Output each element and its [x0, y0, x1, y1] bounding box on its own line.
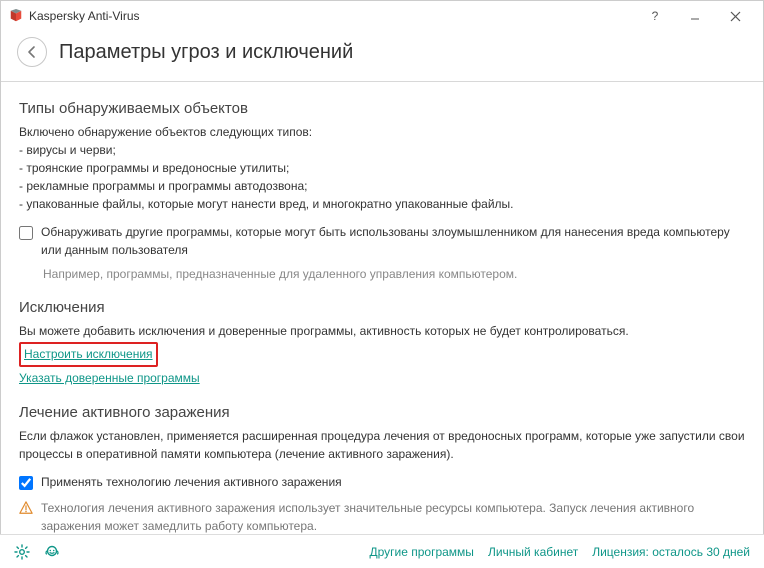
active-treatment-row: Применять технологию лечения активного з…	[19, 473, 745, 491]
detect-other-row: Обнаруживать другие программы, которые м…	[19, 223, 745, 259]
section-title-active: Лечение активного заражения	[19, 404, 745, 421]
active-warning-text: Технология лечения активного заражения и…	[41, 499, 745, 535]
settings-icon[interactable]	[14, 544, 30, 560]
footer-license[interactable]: Лицензия: осталось 30 дней	[592, 545, 750, 559]
minimize-button[interactable]	[675, 1, 715, 31]
detect-other-checkbox[interactable]	[19, 226, 33, 240]
exclusions-intro: Вы можете добавить исключения и доверенн…	[19, 322, 745, 340]
header: Параметры угроз и исключений	[1, 31, 763, 81]
app-logo-icon	[9, 9, 23, 23]
detect-other-label: Обнаруживать другие программы, которые м…	[41, 223, 745, 259]
types-bullet: - упакованные файлы, которые могут нанес…	[19, 195, 745, 213]
content: Типы обнаруживаемых объектов Включено об…	[1, 81, 763, 541]
types-bullet: - вирусы и черви;	[19, 141, 745, 159]
support-icon[interactable]	[44, 544, 60, 560]
titlebar: Kaspersky Anti-Virus ?	[1, 1, 763, 31]
svg-text:?: ?	[652, 10, 659, 22]
active-warning-row: Технология лечения активного заражения и…	[19, 499, 745, 535]
types-bullet: - троянские программы и вредоносные утил…	[19, 159, 745, 177]
active-treatment-label: Применять технологию лечения активного з…	[41, 473, 745, 491]
configure-exclusions-highlight: Настроить исключения	[19, 342, 158, 367]
detect-other-hint: Например, программы, предназначенные для…	[43, 265, 745, 283]
configure-exclusions-link[interactable]: Настроить исключения	[24, 345, 153, 364]
back-button[interactable]	[17, 37, 47, 67]
trusted-programs-link[interactable]: Указать доверенные программы	[19, 369, 200, 388]
active-treatment-checkbox[interactable]	[19, 476, 33, 490]
app-name: Kaspersky Anti-Virus	[29, 9, 140, 23]
section-title-types: Типы обнаруживаемых объектов	[19, 100, 745, 117]
types-intro: Включено обнаружение объектов следующих …	[19, 123, 745, 141]
close-button[interactable]	[715, 1, 755, 31]
page-title: Параметры угроз и исключений	[59, 41, 353, 64]
help-button[interactable]: ?	[635, 1, 675, 31]
footer-account[interactable]: Личный кабинет	[488, 545, 578, 559]
section-title-exclusions: Исключения	[19, 299, 745, 316]
types-bullet: - рекламные программы и программы автодо…	[19, 177, 745, 195]
footer-other-programs[interactable]: Другие программы	[369, 545, 473, 559]
active-intro: Если флажок установлен, применяется расш…	[19, 427, 745, 463]
warning-icon	[19, 501, 33, 515]
footer: Другие программы Личный кабинет Лицензия…	[0, 534, 764, 568]
